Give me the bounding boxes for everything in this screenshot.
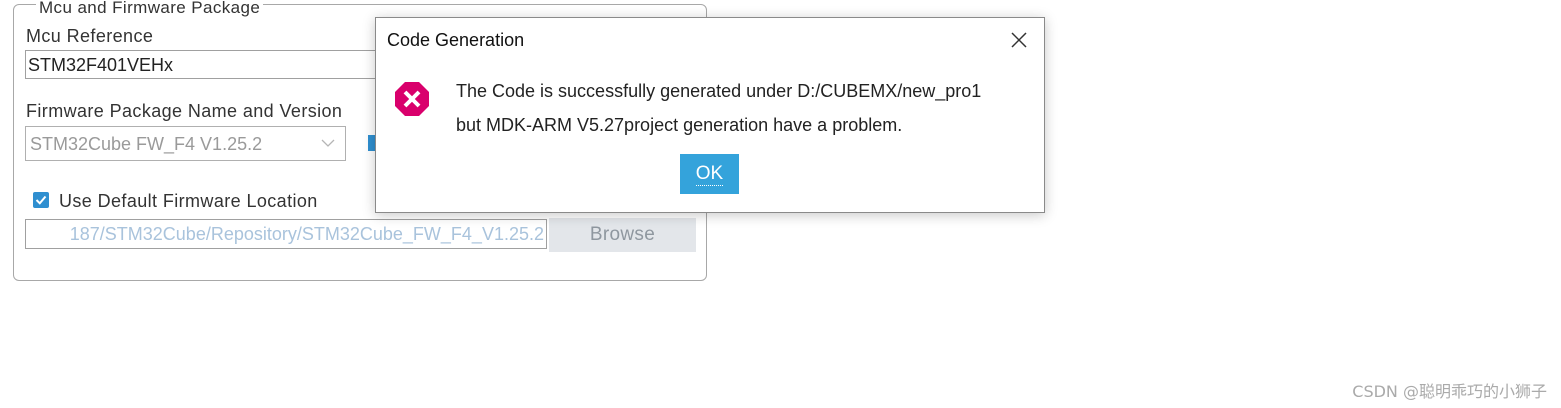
checkmark-icon [35, 195, 47, 205]
code-generation-dialog: Code Generation The Code is successfully… [375, 17, 1045, 213]
ok-button-label: OK [695, 163, 724, 186]
firmware-package-label: Firmware Package Name and Version [26, 101, 343, 121]
close-icon[interactable] [1010, 31, 1028, 49]
dialog-message-line-2: but MDK-ARM V5.27project generation have… [456, 115, 903, 135]
mcu-reference-field[interactable]: STM32F401VEHx [25, 50, 397, 79]
error-icon [395, 82, 429, 116]
use-default-location-label: Use Default Firmware Location [59, 191, 318, 211]
browse-button[interactable]: Browse [549, 218, 696, 252]
firmware-package-select[interactable]: STM32Cube FW_F4 V1.25.2 [25, 126, 346, 161]
group-title: Mcu and Firmware Package [36, 0, 264, 18]
firmware-path-field[interactable]: 187/STM32Cube/Repository/STM32Cube_FW_F4… [25, 219, 547, 249]
use-default-location-checkbox[interactable] [33, 192, 49, 208]
dialog-title: Code Generation [387, 30, 525, 50]
chevron-down-icon [321, 139, 335, 147]
watermark: CSDN @聪明乖巧的小狮子 [1352, 382, 1547, 401]
firmware-package-value: STM32Cube FW_F4 V1.25.2 [30, 134, 263, 154]
dialog-message-line-1: The Code is successfully generated under… [456, 81, 982, 101]
mcu-reference-label: Mcu Reference [26, 26, 154, 46]
ok-button[interactable]: OK [680, 154, 739, 194]
